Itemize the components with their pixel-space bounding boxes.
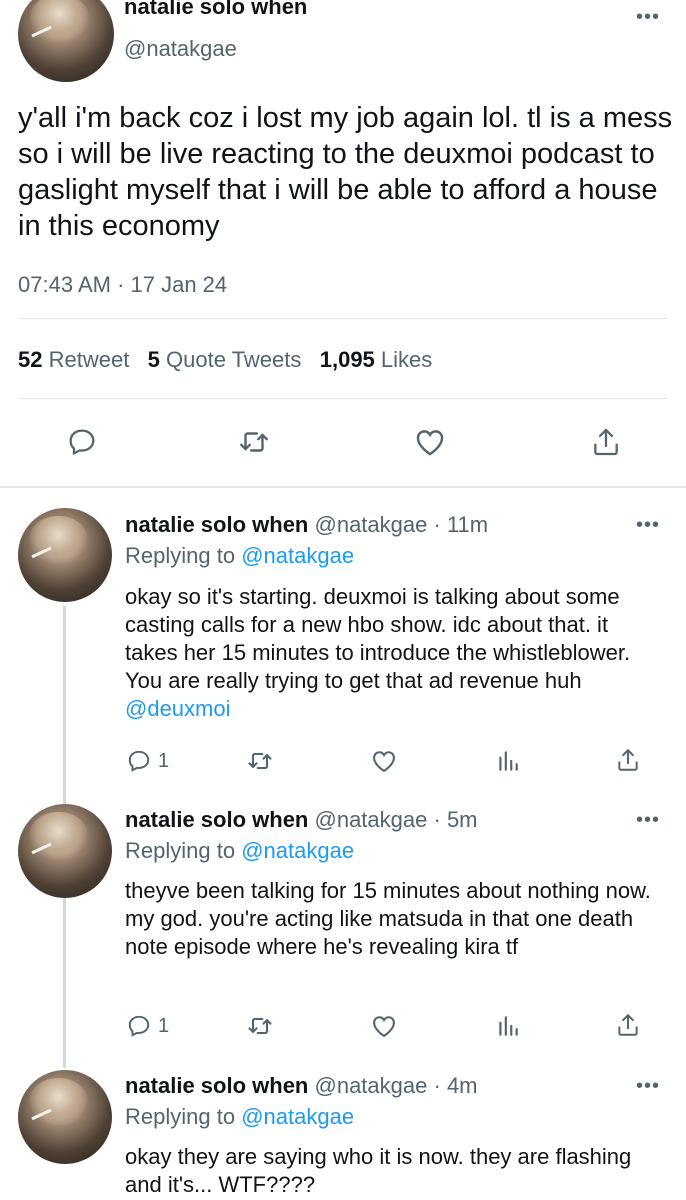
share-icon[interactable] <box>612 1009 644 1041</box>
reply-time[interactable]: 4m <box>447 1073 478 1098</box>
avatar[interactable] <box>18 0 114 82</box>
replying-to: Replying to @natakgae <box>125 1104 354 1130</box>
reply-icon[interactable] <box>124 746 154 776</box>
analytics-icon[interactable] <box>492 1010 524 1042</box>
retweet-count: 52 <box>18 347 43 372</box>
retweet-icon[interactable] <box>232 420 276 464</box>
reply-header: natalie solo when @natakgae · 5m <box>125 807 478 833</box>
tweet-stats: 52 Retweet 5 Quote Tweets 1,095 Likes <box>18 347 432 373</box>
reply-header: natalie solo when @natakgae · 4m <box>125 1073 478 1099</box>
author-handle[interactable]: @natakgae <box>315 1073 428 1098</box>
replying-to-handle[interactable]: @natakgae <box>241 543 354 568</box>
replying-to: Replying to @natakgae <box>125 543 354 569</box>
divider <box>18 398 668 399</box>
separator: · <box>433 1073 441 1098</box>
replying-to: Replying to @natakgae <box>125 838 354 864</box>
reply-time[interactable]: 11m <box>447 512 488 537</box>
quote-label: Quote Tweets <box>166 347 302 372</box>
more-options-icon[interactable]: ••• <box>636 514 660 537</box>
like-icon[interactable] <box>368 745 400 777</box>
replying-to-handle[interactable]: @natakgae <box>241 1104 354 1129</box>
author-handle[interactable]: @natakgae <box>124 36 237 62</box>
like-icon[interactable] <box>408 420 452 464</box>
retweet-icon[interactable] <box>244 745 276 777</box>
share-icon[interactable] <box>612 744 644 776</box>
author-name[interactable]: natalie solo when <box>125 1073 308 1098</box>
like-count: 1,095 <box>319 347 375 372</box>
share-icon[interactable] <box>584 420 628 464</box>
author-name[interactable]: natalie solo when <box>125 512 308 537</box>
replying-to-handle[interactable]: @natakgae <box>241 838 354 863</box>
replying-to-label: Replying to <box>125 543 236 568</box>
mention-link[interactable]: @deuxmoi <box>125 696 231 721</box>
avatar[interactable] <box>18 1070 112 1164</box>
reply-time[interactable]: 5m <box>447 807 478 832</box>
replying-to-label: Replying to <box>125 1104 236 1129</box>
reply-icon[interactable] <box>60 420 104 464</box>
reply-text: okay they are saying who it is now. they… <box>125 1144 632 1197</box>
more-options-icon[interactable]: ••• <box>636 6 660 29</box>
more-options-icon[interactable]: ••• <box>636 809 660 832</box>
author-name[interactable]: natalie solo when <box>124 0 307 20</box>
divider <box>18 318 668 319</box>
author-name[interactable]: natalie solo when <box>125 807 308 832</box>
quote-count: 5 <box>147 347 160 372</box>
reply-body: okay so it's starting. deuxmoi is talkin… <box>125 584 631 693</box>
avatar[interactable] <box>18 508 112 602</box>
separator: · <box>433 807 441 832</box>
analytics-icon[interactable] <box>492 745 524 777</box>
reply-text: theyve been talking for 15 minutes about… <box>125 878 651 959</box>
retweet-stat[interactable]: 52 Retweet <box>18 347 129 372</box>
author-handle[interactable]: @natakgae <box>315 807 428 832</box>
more-options-icon[interactable]: ••• <box>636 1075 660 1098</box>
like-stat[interactable]: 1,095 Likes <box>320 347 433 372</box>
divider <box>0 486 686 488</box>
reply-header: natalie solo when @natakgae · 11m <box>125 512 488 538</box>
reply-count: 1 <box>158 750 170 772</box>
like-icon[interactable] <box>368 1010 400 1042</box>
reply-text: okay so it's starting. deuxmoi is talkin… <box>125 583 665 723</box>
retweet-label: Retweet <box>48 347 130 372</box>
reply-icon[interactable] <box>124 1011 154 1041</box>
avatar[interactable] <box>18 804 112 898</box>
reply-count: 1 <box>158 1015 170 1037</box>
author-handle[interactable]: @natakgae <box>315 512 428 537</box>
replying-to-label: Replying to <box>125 838 236 863</box>
like-label: Likes <box>380 347 433 372</box>
tweet-timestamp[interactable]: 07:43 AM · 17 Jan 24 <box>18 272 227 298</box>
quote-stat[interactable]: 5 Quote Tweets <box>148 347 302 372</box>
tweet-text: y'all i'm back coz i lost my job again l… <box>18 102 673 242</box>
separator: · <box>433 512 441 537</box>
retweet-icon[interactable] <box>244 1010 276 1042</box>
